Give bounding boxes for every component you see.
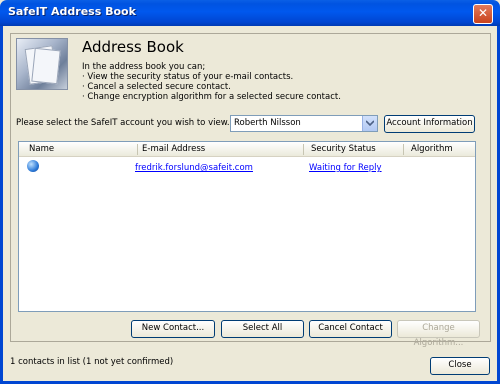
contacts-list[interactable]: Name E-mail Address Security Status Algo…	[18, 141, 476, 312]
column-divider[interactable]	[403, 144, 404, 155]
list-header: Name E-mail Address Security Status Algo…	[19, 142, 475, 157]
column-header-algorithm[interactable]: Algorithm	[411, 144, 453, 154]
intro-text: In the address book you can; · View the …	[82, 62, 341, 102]
address-book-image	[16, 38, 68, 90]
contact-status-link[interactable]: Waiting for Reply	[309, 163, 382, 173]
account-dropdown-value: Roberth Nilsson	[234, 118, 301, 128]
chevron-down-icon[interactable]	[362, 116, 377, 131]
intro-line: · Cancel a selected secure contact.	[82, 82, 231, 92]
contact-email-link[interactable]: fredrik.forslund@safeit.com	[135, 163, 253, 173]
page-title: Address Book	[82, 38, 184, 56]
account-information-button[interactable]: Account Information	[384, 115, 475, 133]
column-divider[interactable]	[137, 144, 138, 155]
change-algorithm-button[interactable]: Change Algorithm...	[397, 320, 480, 348]
cancel-contact-button[interactable]: Cancel Contact	[309, 320, 392, 338]
intro-line: · Change encryption algorithm for a sele…	[82, 92, 341, 102]
account-select-label: Please select the SafeIT account you wis…	[16, 118, 230, 128]
status-text: 1 contacts in list (1 not yet confirmed)	[10, 357, 174, 367]
column-divider[interactable]	[303, 144, 304, 155]
intro-line: · View the security status of your e-mai…	[82, 72, 294, 82]
close-button[interactable]: Close	[430, 357, 490, 375]
new-contact-button[interactable]: New Contact...	[131, 320, 215, 338]
column-header-email[interactable]: E-mail Address	[142, 144, 205, 154]
title-bar[interactable]: SafeIT Address Book ✕	[0, 0, 500, 26]
column-header-name[interactable]: Name	[29, 144, 54, 154]
intro-line: In the address book you can;	[82, 62, 206, 72]
window-title: SafeIT Address Book	[8, 5, 136, 18]
column-header-security-status[interactable]: Security Status	[311, 144, 376, 154]
account-dropdown[interactable]: Roberth Nilsson	[230, 115, 378, 132]
window-close-button[interactable]: ✕	[473, 4, 493, 24]
globe-contact-icon	[27, 160, 39, 172]
select-all-button[interactable]: Select All	[221, 320, 304, 338]
